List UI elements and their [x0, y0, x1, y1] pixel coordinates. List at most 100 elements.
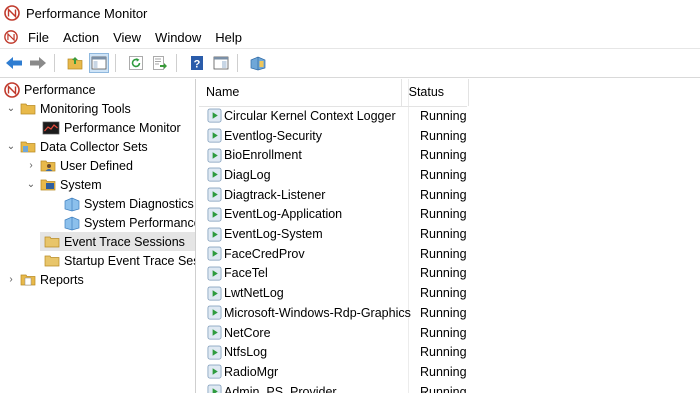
export-list-button[interactable]	[150, 53, 170, 73]
trace-session-icon	[207, 365, 222, 379]
session-status: Running	[420, 364, 467, 379]
tree-item-user-defined[interactable]: › User Defined	[26, 156, 133, 175]
back-button[interactable]	[4, 53, 24, 73]
help-button[interactable]: ?	[187, 53, 207, 73]
list-item[interactable]: EventLog-System Running	[199, 224, 480, 244]
tree-item-reports[interactable]: › Reports	[6, 270, 83, 289]
session-status: Running	[420, 207, 467, 222]
system-menu-icon[interactable]	[4, 30, 18, 44]
list-item[interactable]: NetCore Running	[199, 323, 480, 343]
session-name: Eventlog-Security	[224, 128, 322, 143]
trace-session-icon	[207, 286, 222, 301]
properties-button[interactable]	[211, 53, 231, 73]
refresh-icon	[129, 56, 143, 70]
session-status: Running	[420, 128, 467, 143]
list-item[interactable]: FaceCredProv Running	[199, 244, 480, 264]
trace-folder-icon	[44, 255, 60, 266]
trace-session-icon	[207, 148, 222, 163]
toolbar: ?	[0, 48, 700, 78]
tree-label: User Defined	[60, 158, 133, 173]
expand-chevron-icon[interactable]: ›	[26, 160, 36, 171]
reports-icon	[20, 274, 36, 285]
tree-label: Event Trace Sessions	[64, 234, 185, 249]
tree-item-startup-event-trace-sessions[interactable]: Startup Event Trace Sessions	[40, 251, 195, 270]
collapse-chevron-icon[interactable]: ⌄	[6, 141, 16, 152]
session-name: FaceTel	[224, 266, 268, 281]
toolbar-separator	[176, 54, 177, 72]
tree-item-system[interactable]: ⌄ System	[26, 175, 102, 194]
list-item[interactable]: Diagtrack-Listener Running	[199, 185, 480, 205]
tree-label: Data Collector Sets	[40, 139, 148, 154]
collapse-chevron-icon[interactable]: ⌄	[6, 103, 16, 114]
list-item[interactable]: Eventlog-Security Running	[199, 126, 480, 146]
session-status: Running	[420, 345, 467, 360]
toolbar-separator	[115, 54, 116, 72]
list-item[interactable]: Admin_PS_Provider Running	[199, 382, 480, 393]
forward-button[interactable]	[28, 53, 48, 73]
help-icon: ?	[191, 56, 203, 71]
tree-item-performance[interactable]: Performance	[4, 80, 96, 99]
list-item[interactable]: LwtNetLog Running	[199, 283, 480, 303]
session-name: EventLog-Application	[224, 207, 343, 222]
session-name: FaceCredProv	[224, 246, 305, 261]
menu-view[interactable]: View	[113, 30, 141, 45]
column-header-name[interactable]: Name	[199, 79, 402, 106]
trace-session-icon	[207, 384, 222, 393]
show-hide-tree-button[interactable]	[89, 53, 109, 73]
trace-session-icon	[207, 168, 222, 182]
properties-icon	[213, 56, 229, 70]
list-item[interactable]: FaceTel Running	[199, 264, 480, 284]
trace-session-icon	[207, 128, 222, 143]
list-item[interactable]: DiagLog Running	[199, 165, 480, 185]
trace-session-icon	[207, 246, 222, 261]
list-item[interactable]: NtfsLog Running	[199, 342, 480, 362]
session-status: Running	[420, 227, 467, 242]
collector-set-icon	[64, 197, 80, 211]
menu-bar: File Action View Window Help	[0, 26, 700, 48]
menu-help[interactable]: Help	[215, 30, 242, 45]
toolbar-separator	[237, 54, 238, 72]
tree-item-performance-monitor[interactable]: Performance Monitor	[38, 118, 181, 137]
forward-icon	[30, 57, 46, 69]
window-title: Performance Monitor	[26, 5, 148, 21]
toolbar-separator	[54, 54, 55, 72]
list-item[interactable]: Circular Kernel Context Logger Running	[199, 106, 480, 126]
trace-session-icon	[207, 227, 222, 241]
title-bar: Performance Monitor	[0, 0, 700, 26]
session-name: NtfsLog	[224, 345, 268, 360]
folder-icon	[20, 103, 36, 114]
list-item[interactable]: BioEnrollment Running	[199, 145, 480, 165]
tree-label: Monitoring Tools	[40, 101, 131, 116]
trace-session-icon	[207, 187, 222, 202]
expand-chevron-icon[interactable]: ›	[6, 274, 16, 285]
new-window-button[interactable]	[248, 53, 268, 73]
list-item[interactable]: Microsoft-Windows-Rdp-Graphics Running	[199, 303, 480, 323]
tree-item-event-trace-sessions[interactable]: Event Trace Sessions	[40, 232, 195, 251]
tree-item-monitoring-tools[interactable]: ⌄ Monitoring Tools	[6, 99, 131, 118]
menu-action[interactable]: Action	[63, 30, 99, 45]
menu-file[interactable]: File	[28, 30, 49, 45]
trace-session-icon	[207, 108, 222, 123]
session-status: Running	[420, 384, 467, 393]
session-status: Running	[420, 266, 467, 281]
tree-label: System Diagnostics	[84, 196, 194, 211]
monitor-chart-icon	[42, 121, 60, 134]
menu-window[interactable]: Window	[155, 30, 201, 45]
column-header-status[interactable]: Status	[402, 79, 467, 106]
session-name: LwtNetLog	[224, 286, 284, 301]
up-folder-button[interactable]	[65, 53, 85, 73]
refresh-button[interactable]	[126, 53, 146, 73]
tree-label: Startup Event Trace Sessions	[64, 253, 195, 268]
list-header: Name Status	[199, 79, 467, 107]
collapse-chevron-icon[interactable]: ⌄	[26, 179, 36, 190]
list-item[interactable]: RadioMgr Running	[199, 362, 480, 382]
list-item[interactable]: EventLog-Application Running	[199, 205, 480, 225]
session-name: Diagtrack-Listener	[224, 187, 326, 202]
trace-session-icon	[207, 345, 222, 360]
new-window-icon	[250, 56, 266, 71]
tree-item-data-collector-sets[interactable]: ⌄ Data Collector Sets	[6, 137, 148, 156]
tree-item-system-diagnostics[interactable]: System Diagnostics	[60, 194, 194, 213]
export-list-icon	[153, 56, 167, 70]
trace-session-icon	[207, 266, 222, 281]
tree-item-system-performance[interactable]: System Performance	[60, 213, 195, 232]
